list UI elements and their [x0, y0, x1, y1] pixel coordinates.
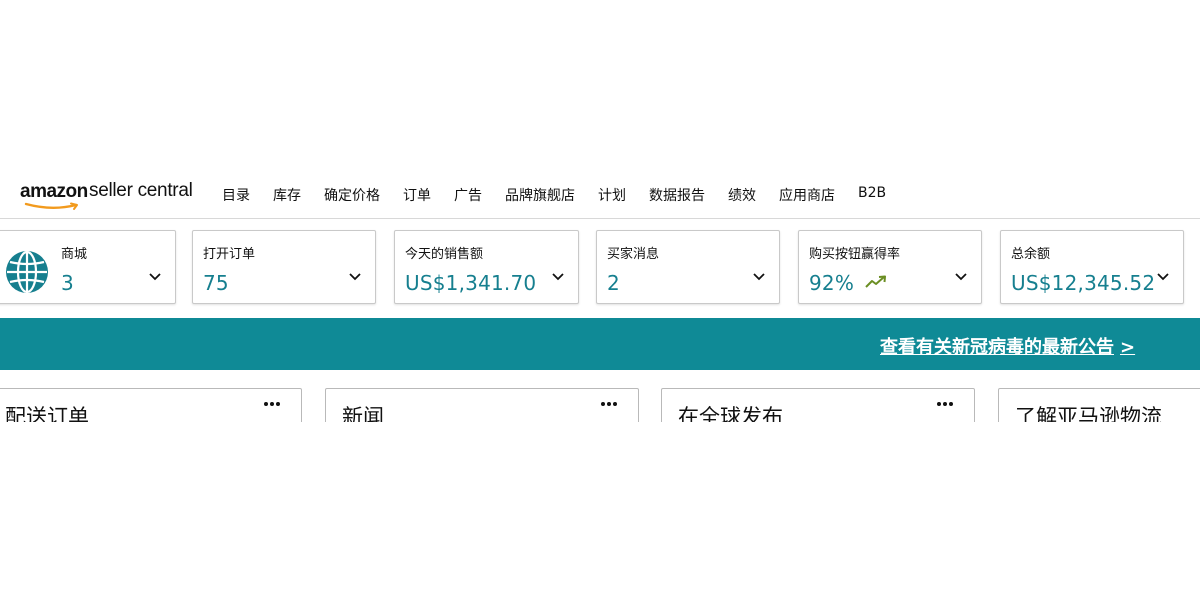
chevron-down-icon[interactable]: [955, 273, 967, 281]
chevron-down-icon[interactable]: [1157, 273, 1169, 281]
banner-arrow: >: [1120, 337, 1136, 358]
top-nav: amazon seller central 目录 库存 确定价格 订单 广告 品…: [0, 172, 1200, 219]
chevron-down-icon[interactable]: [149, 273, 161, 281]
card-value: US$1,341.70: [405, 271, 537, 295]
nav-item-performance[interactable]: 绩效: [728, 185, 756, 205]
more-options-icon[interactable]: [600, 401, 618, 407]
nav-item-catalog[interactable]: 目录: [222, 185, 250, 205]
card-label: 购买按钮赢得率: [809, 247, 901, 262]
amazon-smile-icon: [24, 202, 78, 210]
card-label: 总余额: [1011, 247, 1051, 262]
widget-learn-fba: 了解亚马逊物流: [998, 388, 1200, 422]
nav-menu: 目录 库存 确定价格 订单 广告 品牌旗舰店 计划 数据报告 绩效 应用商店 B…: [222, 185, 909, 205]
nav-item-stores[interactable]: 品牌旗舰店: [505, 185, 575, 205]
card-buy-box-rate[interactable]: 购买按钮赢得率 92%: [798, 230, 982, 304]
logo-brand: amazon: [20, 181, 88, 202]
seller-central-page: amazon seller central 目录 库存 确定价格 订单 广告 品…: [0, 0, 1200, 600]
nav-item-advertising[interactable]: 广告: [454, 185, 482, 205]
announcement-banner: 查看有关新冠病毒的最新公告 >: [0, 318, 1200, 370]
amazon-seller-central-logo[interactable]: amazon seller central: [20, 180, 205, 210]
card-total-balance[interactable]: 总余额 US$12,345.52: [1000, 230, 1184, 304]
widget-title: 在全球发布: [678, 405, 783, 422]
widget-title: 了解亚马逊物流: [1015, 405, 1162, 422]
card-value: 92%: [809, 271, 855, 295]
chevron-down-icon[interactable]: [753, 273, 765, 281]
card-value: 3: [61, 271, 74, 295]
card-value: 2: [607, 271, 620, 295]
nav-item-pricing[interactable]: 确定价格: [324, 185, 380, 205]
logo-product: seller central: [89, 180, 193, 201]
widget-news: 新闻: [325, 388, 639, 422]
widget-row: 配送订单 新闻 在全球发布 了解亚马逊物流: [0, 388, 1200, 422]
widget-global-launch: 在全球发布: [661, 388, 975, 422]
nav-item-orders[interactable]: 订单: [403, 185, 431, 205]
globe-icon: [6, 250, 48, 294]
more-options-icon[interactable]: [263, 401, 281, 407]
widget-title: 配送订单: [5, 405, 89, 422]
nav-item-appstore[interactable]: 应用商店: [779, 185, 835, 205]
trend-up-icon: [864, 275, 886, 288]
card-label: 买家消息: [607, 247, 660, 262]
card-value-wrap: 92%: [809, 271, 887, 295]
covid-announcement-link[interactable]: 查看有关新冠病毒的最新公告 >: [880, 333, 1135, 359]
banner-link-text: 查看有关新冠病毒的最新公告: [880, 337, 1114, 358]
card-buyer-messages[interactable]: 买家消息 2: [596, 230, 780, 304]
nav-item-programs[interactable]: 计划: [598, 185, 626, 205]
card-marketplaces[interactable]: 商城 3: [0, 230, 176, 304]
card-open-orders[interactable]: 打开订单 75: [192, 230, 376, 304]
widget-fulfill-orders: 配送订单: [0, 388, 302, 422]
card-todays-sales[interactable]: 今天的销售额 US$1,341.70: [394, 230, 579, 304]
more-options-icon[interactable]: [936, 401, 954, 407]
card-label: 今天的销售额: [405, 247, 484, 262]
card-label: 商城: [61, 247, 88, 262]
widget-title: 新闻: [342, 405, 384, 422]
chevron-down-icon[interactable]: [552, 273, 564, 281]
card-value: US$12,345.52: [1011, 271, 1156, 295]
chevron-down-icon[interactable]: [349, 273, 361, 281]
card-value: 75: [203, 271, 229, 295]
nav-item-b2b[interactable]: B2B: [858, 185, 886, 205]
nav-item-inventory[interactable]: 库存: [273, 185, 301, 205]
card-label: 打开订单: [203, 247, 256, 262]
nav-item-reports[interactable]: 数据报告: [649, 185, 705, 205]
